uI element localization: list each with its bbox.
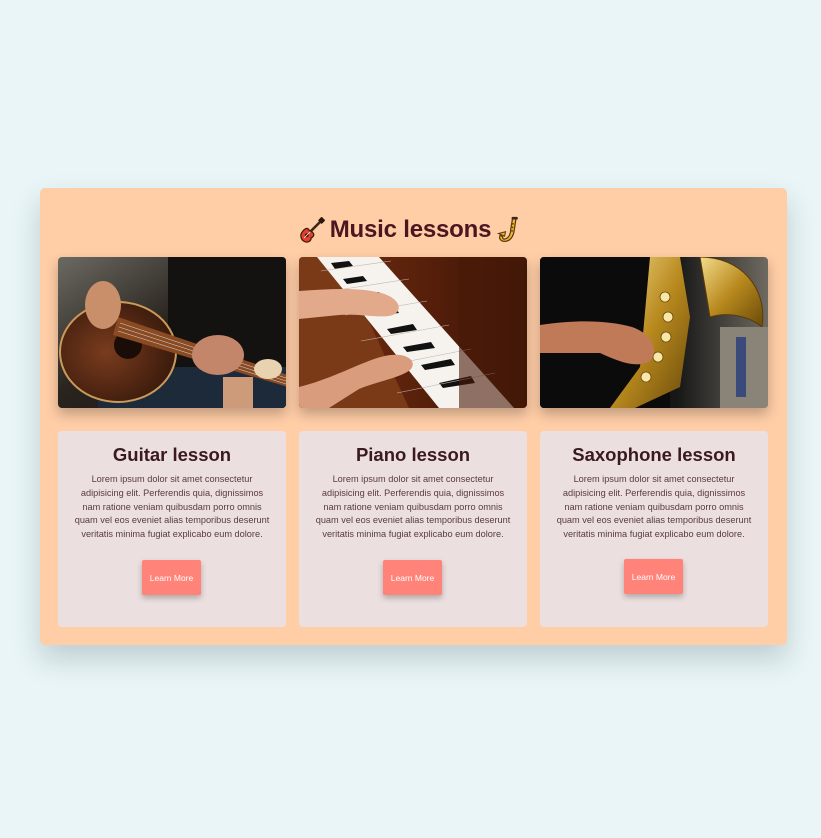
guitar-lesson-card: Guitar lesson Lorem ipsum dolor sit amet… (58, 431, 286, 627)
section-title: Music lessons (329, 216, 492, 243)
card-title: Guitar lesson (112, 444, 232, 465)
section-heading: Music lessons (0, 212, 821, 248)
saxophone-player-photo (540, 257, 768, 408)
saxophone-icon (497, 216, 518, 242)
card-description: Lorem ipsum dolor sit amet consectetur a… (315, 474, 511, 540)
saxophone-lesson-card: Saxophone lesson Lorem ipsum dolor sit a… (540, 431, 768, 627)
guitar-icon (300, 217, 325, 243)
card-description: Lorem ipsum dolor sit amet consectetur a… (556, 474, 752, 540)
guitar-player-photo (58, 257, 286, 408)
learn-more-button[interactable]: Learn More (142, 560, 201, 595)
card-title: Saxophone lesson (572, 444, 736, 465)
piano-hands-photo (299, 257, 527, 408)
card-description: Lorem ipsum dolor sit amet consectetur a… (74, 474, 270, 540)
piano-lesson-card: Piano lesson Lorem ipsum dolor sit amet … (299, 431, 527, 627)
card-title: Piano lesson (355, 444, 471, 465)
learn-more-button[interactable]: Learn More (624, 559, 683, 594)
learn-more-button[interactable]: Learn More (383, 560, 442, 595)
